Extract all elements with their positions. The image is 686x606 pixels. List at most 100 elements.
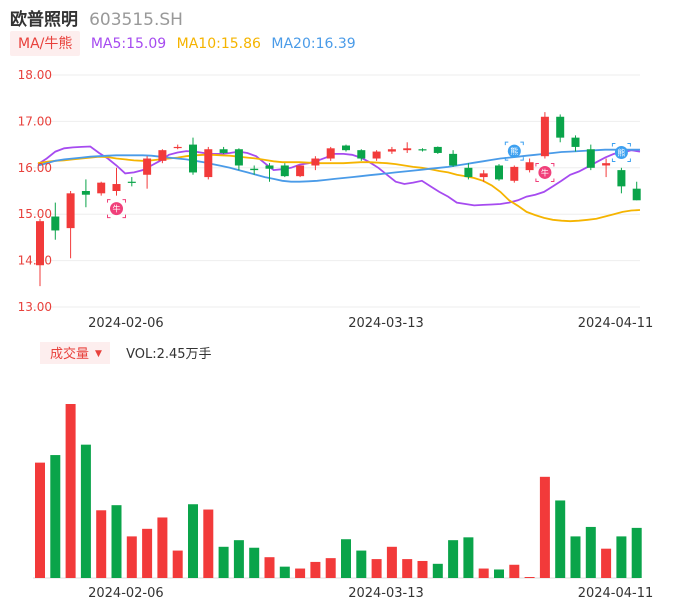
candle-body bbox=[158, 150, 167, 161]
volume-bar bbox=[386, 546, 397, 578]
candle-body bbox=[173, 146, 182, 149]
volume-bar bbox=[417, 560, 428, 578]
candle bbox=[586, 144, 595, 171]
candle bbox=[342, 144, 350, 152]
x-tick-label: 2024-04-11 bbox=[578, 316, 654, 331]
signal-label: 牛 bbox=[113, 204, 121, 214]
y-tick-label: 13.00 bbox=[18, 300, 52, 314]
x-tick-label: 2024-03-13 bbox=[348, 316, 424, 331]
volume-bar bbox=[616, 536, 627, 578]
volume-bar bbox=[35, 462, 45, 578]
candle bbox=[97, 181, 106, 196]
candle bbox=[617, 167, 626, 194]
candle bbox=[556, 114, 565, 143]
signal-label: 牛 bbox=[541, 167, 549, 177]
candle-body bbox=[97, 182, 106, 194]
candle-body bbox=[66, 193, 75, 229]
volume-bar bbox=[188, 504, 198, 578]
volume-bar bbox=[341, 539, 351, 578]
candle bbox=[204, 146, 213, 180]
candle-body bbox=[234, 149, 243, 166]
candle bbox=[51, 202, 60, 240]
candle bbox=[173, 144, 182, 150]
volume-bar bbox=[555, 500, 566, 578]
candle-body bbox=[540, 116, 549, 157]
candle-body bbox=[418, 149, 427, 151]
candle bbox=[632, 181, 641, 201]
volume-bar bbox=[371, 559, 382, 578]
candle bbox=[36, 218, 44, 287]
candle bbox=[234, 148, 243, 171]
candle bbox=[143, 156, 152, 189]
candle-body bbox=[296, 165, 305, 177]
candle bbox=[372, 150, 381, 161]
volume-bar bbox=[96, 510, 107, 578]
candle bbox=[418, 148, 427, 152]
candle-body bbox=[510, 166, 519, 181]
signal-label: 熊 bbox=[510, 146, 518, 156]
candle bbox=[219, 146, 228, 154]
signal-label: 熊 bbox=[617, 147, 625, 157]
bear-signal-marker[interactable]: 熊 bbox=[611, 142, 631, 162]
candle-body bbox=[433, 146, 442, 153]
candle-body bbox=[357, 150, 366, 159]
candle-body bbox=[204, 149, 213, 178]
candle bbox=[540, 112, 549, 159]
x-tick-label: 2024-02-06 bbox=[88, 316, 164, 331]
candle-body bbox=[219, 149, 228, 153]
volume-bar bbox=[524, 577, 535, 578]
volume-bar bbox=[402, 559, 413, 578]
volume-bar bbox=[509, 564, 520, 578]
candle-body bbox=[265, 165, 274, 169]
caret-down-icon: ▼ bbox=[95, 349, 102, 359]
volume-bar bbox=[203, 509, 214, 578]
volume-bar bbox=[356, 550, 367, 578]
volume-legend: 成交量 ▼ VOL:2.45万手 bbox=[40, 342, 212, 364]
volume-x-tick-label: 2024-04-11 bbox=[578, 586, 654, 601]
candle bbox=[571, 135, 580, 152]
candlesticks bbox=[36, 112, 641, 287]
bull-signal-marker[interactable]: 牛 bbox=[107, 199, 126, 219]
candle-body bbox=[617, 170, 626, 187]
candle-body bbox=[51, 216, 60, 231]
volume-bar bbox=[631, 527, 642, 578]
candle bbox=[112, 167, 121, 196]
volume-date-axis-labels: 2024-02-06 2024-03-13 2024-04-11 bbox=[88, 586, 653, 601]
volume-bar bbox=[126, 536, 137, 578]
candle-body bbox=[525, 162, 534, 171]
candle bbox=[189, 137, 197, 175]
candle bbox=[403, 142, 412, 153]
volume-bar bbox=[249, 547, 260, 578]
y-tick-label: 18.00 bbox=[18, 68, 52, 82]
y-tick-label: 14.00 bbox=[18, 254, 52, 268]
candle bbox=[464, 163, 473, 180]
candle-body bbox=[143, 158, 152, 175]
candle bbox=[326, 146, 335, 161]
volume-bars bbox=[35, 404, 642, 578]
volume-bar bbox=[142, 528, 153, 578]
y-tick-label: 17.00 bbox=[18, 114, 52, 128]
candle-body bbox=[602, 163, 611, 166]
candle-body bbox=[387, 149, 396, 152]
volume-bar bbox=[463, 537, 474, 578]
candle-body bbox=[449, 153, 458, 166]
candle-body bbox=[586, 149, 595, 168]
candle-body bbox=[189, 144, 197, 173]
candle bbox=[66, 191, 75, 259]
candle bbox=[387, 146, 396, 154]
candle-body bbox=[372, 151, 381, 159]
volume-indicator-tag[interactable]: 成交量 ▼ bbox=[40, 342, 110, 364]
candle-body bbox=[81, 191, 90, 195]
volume-x-tick-label: 2024-02-06 bbox=[88, 586, 164, 601]
price-volume-chart[interactable]: 牛 熊牛 熊 13.00 14.00 15.00 16.00 17.00 18.00 2024… bbox=[0, 0, 686, 606]
volume-bar bbox=[264, 557, 275, 578]
bull-signal-marker[interactable]: 牛 bbox=[535, 162, 555, 182]
candle-body bbox=[280, 165, 289, 177]
candle bbox=[449, 150, 458, 167]
candle bbox=[296, 165, 305, 178]
candle-body bbox=[571, 137, 580, 147]
volume-bar bbox=[50, 455, 61, 578]
moving-averages bbox=[37, 145, 641, 223]
volume-x-tick-label: 2024-03-13 bbox=[348, 586, 424, 601]
candle bbox=[280, 163, 289, 178]
